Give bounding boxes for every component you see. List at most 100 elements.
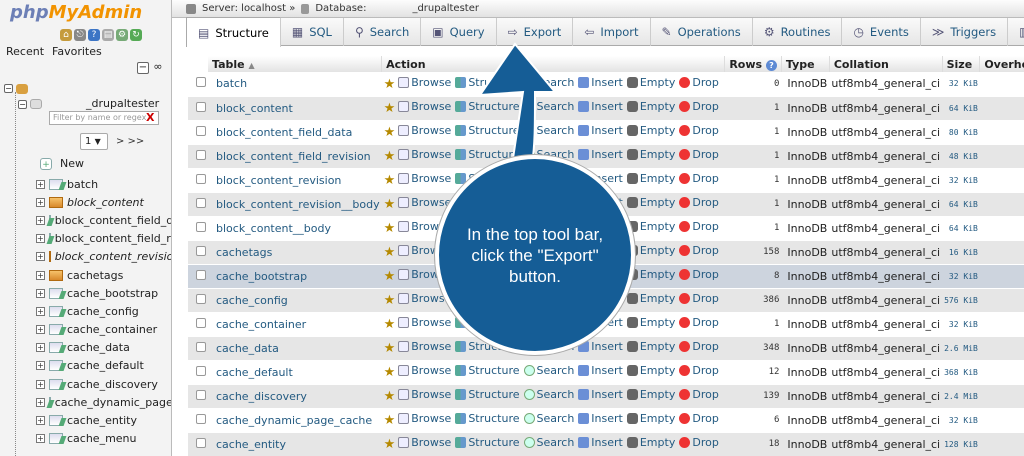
row-select[interactable]	[188, 192, 208, 217]
collapse-all-icon[interactable]: −	[137, 62, 149, 74]
sidebar-table-item[interactable]: + cache_config	[36, 302, 171, 320]
drop-action[interactable]: Drop	[679, 364, 719, 377]
table-size[interactable]: 64 KiB	[942, 96, 980, 121]
tab-search[interactable]: ⚲ Search	[344, 18, 422, 46]
favorite-star-icon[interactable]: ★	[384, 173, 396, 188]
table-size[interactable]: 32 KiB	[942, 168, 980, 193]
row-checkbox[interactable]	[196, 221, 206, 232]
settings-icon[interactable]: ⚙	[116, 29, 128, 41]
table-row[interactable]: cache_dynamic_page_cache ★ Browse Structure…	[188, 408, 1024, 433]
row-checkbox[interactable]	[196, 197, 206, 208]
row-checkbox[interactable]	[196, 317, 206, 328]
favorite-star-icon[interactable]: ★	[384, 221, 396, 236]
insert-action[interactable]: Insert	[578, 148, 623, 161]
tab-designer[interactable]: ▥Designer	[1008, 18, 1024, 46]
table-size[interactable]: 2.6 MiB	[942, 336, 980, 361]
tab-events[interactable]: ◷ Events	[842, 18, 921, 46]
row-select[interactable]	[188, 72, 208, 97]
table-name[interactable]: cache_default	[208, 360, 382, 385]
structure-action[interactable]: Structure	[455, 436, 520, 449]
tab-triggers[interactable]: ≫ Triggers	[921, 18, 1009, 46]
table-size[interactable]: 368 KiB	[942, 360, 980, 385]
size-column-header[interactable]: Size	[942, 56, 981, 72]
overhead-column-header[interactable]: Overhead	[979, 56, 1024, 72]
type-column-header[interactable]: Type	[781, 56, 830, 72]
empty-action[interactable]: Empty	[626, 292, 675, 305]
insert-action[interactable]: Insert	[578, 436, 623, 449]
table-name[interactable]: cache_bootstrap	[208, 264, 382, 289]
tab-structure[interactable]: ▤ Structure	[186, 17, 281, 47]
structure-action[interactable]: Structure	[455, 124, 520, 137]
table-size[interactable]: 32 KiB	[942, 312, 980, 337]
table-name[interactable]: block_content_revision	[208, 168, 382, 193]
empty-action[interactable]: Empty	[626, 412, 675, 425]
row-select[interactable]	[188, 336, 208, 361]
browse-action[interactable]: Browse	[398, 412, 451, 425]
browse-action[interactable]: Browse	[398, 340, 451, 353]
table-row[interactable]: cache_data★BrowseStructureSearchInsertEm…	[188, 336, 1024, 361]
drop-action[interactable]: Drop	[679, 388, 719, 401]
sidebar-table-item[interactable]: + block_content_field_da	[36, 211, 171, 229]
sidebar-table-item[interactable]: + cachetags	[36, 266, 171, 284]
table-row[interactable]: block_content ★ Browse Structure Search Inser…	[188, 96, 1024, 121]
table-row[interactable]: cache_default ★ Browse Structure Search Inser…	[188, 360, 1024, 385]
favorite-star-icon[interactable]: ★	[384, 341, 396, 356]
table-size[interactable]: 32 KiB	[942, 408, 980, 433]
browse-action[interactable]: Browse	[398, 172, 451, 185]
drop-action[interactable]: Drop	[679, 148, 719, 161]
table-size[interactable]: 576 KiB	[942, 288, 980, 313]
insert-action[interactable]: Insert	[578, 100, 623, 113]
sidebar-table-item[interactable]: + cache_data	[36, 339, 171, 357]
expand-icon[interactable]: +	[36, 306, 45, 316]
empty-action[interactable]: Empty	[626, 436, 675, 449]
table-size[interactable]: 2.4 MiB	[942, 384, 980, 409]
row-checkbox[interactable]	[196, 149, 206, 160]
table-name[interactable]: block_content__body	[208, 216, 382, 241]
favorite-star-icon[interactable]: ★	[384, 413, 396, 428]
search-action[interactable]: Search	[523, 412, 574, 425]
search-action[interactable]: Search	[523, 100, 574, 113]
browse-action[interactable]: Browse	[398, 436, 451, 449]
drop-action[interactable]: Drop	[679, 76, 719, 89]
insert-action[interactable]: Insert	[578, 364, 623, 377]
sidebar-table-item[interactable]: + cache_menu	[36, 430, 171, 448]
table-name[interactable]: batch	[208, 72, 382, 97]
tab-import[interactable]: ⇦ Import	[573, 18, 651, 46]
table-row[interactable]: block_content_field_data ★ Browse Structure…	[188, 120, 1024, 145]
db-name-label[interactable]: _drupaltester	[86, 97, 159, 110]
browse-action[interactable]: Browse	[398, 76, 451, 89]
favorite-star-icon[interactable]: ★	[384, 77, 396, 92]
insert-action[interactable]: Insert	[578, 124, 623, 137]
drop-action[interactable]: Drop	[679, 436, 719, 449]
collapse-server-icon[interactable]: −	[4, 84, 13, 93]
row-checkbox[interactable]	[196, 173, 206, 184]
expand-icon[interactable]: +	[36, 325, 45, 335]
info-icon[interactable]: ?	[765, 59, 777, 71]
tab-query[interactable]: ▣ Query	[421, 18, 497, 46]
row-checkbox[interactable]	[196, 125, 206, 136]
sidebar-table-item[interactable]: + cache_container	[36, 321, 171, 339]
docs-icon[interactable]: ▤	[102, 29, 114, 41]
expand-icon[interactable]: +	[36, 416, 45, 426]
row-select[interactable]	[188, 384, 208, 409]
favorite-star-icon[interactable]: ★	[384, 437, 396, 452]
row-select[interactable]	[188, 216, 208, 241]
drop-action[interactable]: Drop	[679, 100, 719, 113]
insert-action[interactable]: Insert	[578, 388, 623, 401]
table-row[interactable]: batch ★ Browse Structure Search Insert Empty Dr…	[188, 72, 1024, 97]
table-size[interactable]: 16 KiB	[942, 240, 980, 265]
sidebar-table-item[interactable]: + block_content_field_rev	[36, 230, 171, 248]
empty-action[interactable]: Empty	[626, 268, 675, 281]
table-name[interactable]: block_content_revision__body	[208, 192, 382, 217]
drop-action[interactable]: Drop	[679, 124, 719, 137]
structure-action[interactable]: Structure	[455, 388, 520, 401]
home-icon[interactable]: ⌂	[60, 29, 72, 41]
link-icon[interactable]: ∞	[152, 61, 164, 74]
row-checkbox[interactable]	[196, 293, 206, 304]
next-page-link[interactable]: > >>	[116, 136, 144, 147]
breadcrumb-server[interactable]: Server: localhost »	[202, 3, 295, 14]
browse-action[interactable]: Browse	[398, 196, 451, 209]
table-row[interactable]: block_content_field_revision ★ Browse Struc…	[188, 144, 1024, 169]
row-checkbox[interactable]	[196, 365, 206, 376]
table-name[interactable]: cache_entity	[208, 432, 382, 456]
